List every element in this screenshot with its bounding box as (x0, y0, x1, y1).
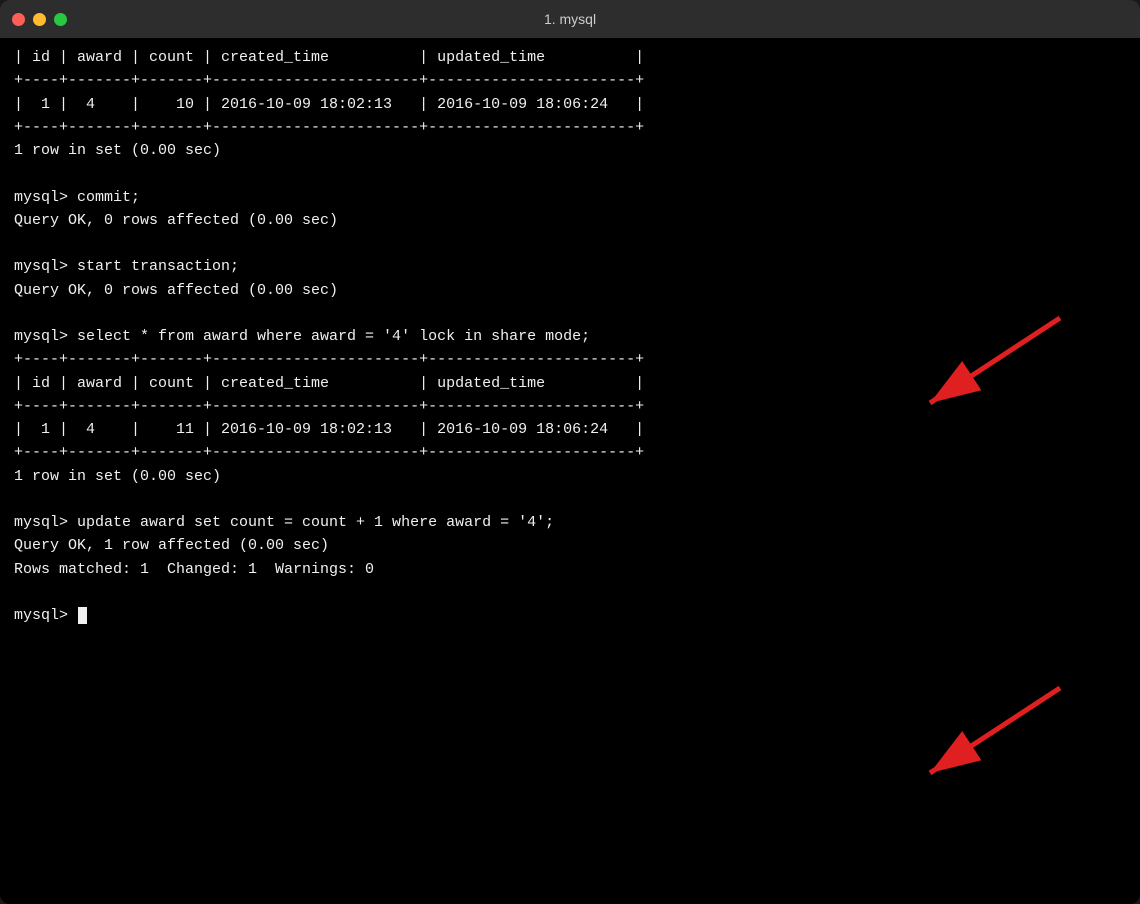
traffic-lights (12, 13, 67, 26)
terminal-window: 1. mysql | id | award | count | created_… (0, 0, 1140, 904)
terminal-body[interactable]: | id | award | count | created_time | up… (0, 38, 1140, 904)
cursor (78, 607, 87, 624)
minimize-button[interactable] (33, 13, 46, 26)
window-title: 1. mysql (544, 11, 596, 27)
arrow-2 (900, 678, 1080, 806)
arrow-1 (900, 308, 1080, 436)
titlebar: 1. mysql (0, 0, 1140, 38)
maximize-button[interactable] (54, 13, 67, 26)
close-button[interactable] (12, 13, 25, 26)
